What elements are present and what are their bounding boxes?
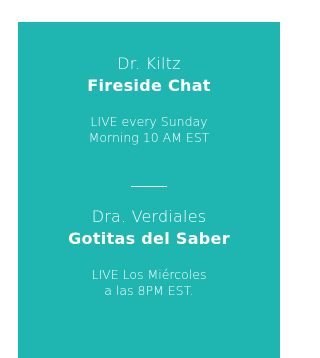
schedule-line-1: LIVE Los Miércoles (91, 267, 207, 282)
show-block-fireside-chat: Dr. Kiltz Fireside Chat LIVE every Sunda… (18, 54, 280, 146)
show-title: Gotitas del Saber (68, 229, 230, 248)
schedule-line-1: LIVE every Sunday (90, 114, 208, 129)
show-schedule: LIVE every Sunday Morning 10 AM EST (18, 114, 280, 146)
host-name: Dra. Verdiales (91, 207, 207, 226)
show-block-gotitas-del-saber: Dra. Verdiales Gotitas del Saber LIVE Lo… (18, 207, 280, 299)
host-name: Dr. Kiltz (117, 54, 181, 73)
schedule-line-2: Morning 10 AM EST (88, 130, 210, 145)
show-title: Fireside Chat (87, 76, 211, 95)
live-schedule-panel: Dr. Kiltz Fireside Chat LIVE every Sunda… (18, 22, 280, 358)
schedule-line-2: a las 8PM EST. (104, 283, 194, 298)
divider (131, 186, 167, 187)
show-schedule: LIVE Los Miércoles a las 8PM EST. (18, 267, 280, 299)
